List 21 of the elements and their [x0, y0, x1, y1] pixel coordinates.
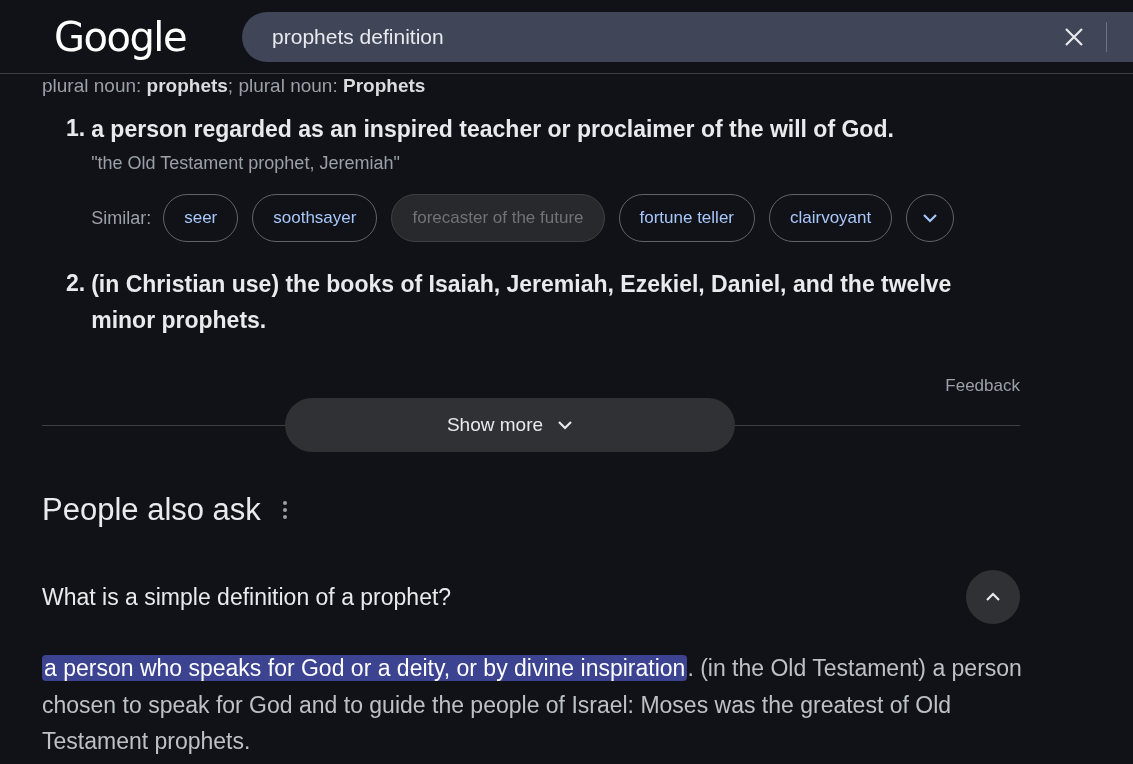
plural-forms: plural noun: prophets; plural noun: Prophets: [42, 75, 427, 97]
definition-text: (in Christian use) the books of Isaiah, Jeremiah, Ezekiel, Daniel, and the twelve minor prophets.: [91, 270, 953, 335]
answer-text: a person who speaks for God or a deity, or by divine inspiration. (in the Old Testament) a person chosen to speak for God and to guide the people of Israel: Moses was the greatest of Old Testament prophets.: [42, 654, 1022, 756]
chevron-down-icon: [557, 420, 574, 430]
example-sentence: "the Old Testament prophet, Jeremiah": [91, 153, 401, 174]
more-options-icon[interactable]: [282, 501, 287, 519]
chevron-down-icon: [922, 213, 939, 223]
sense-number: 2.: [66, 269, 86, 298]
definition-text: a person regarded as an inspired teacher or proclaimer of the will of God.: [91, 115, 895, 144]
feedback-link[interactable]: Feedback: [945, 376, 1020, 396]
question-text[interactable]: What is a simple definition of a prophet?: [42, 583, 452, 611]
sense-number: 1.: [66, 114, 86, 143]
similar-label: Similar:: [91, 207, 152, 229]
clear-button[interactable]: [1064, 26, 1085, 47]
chevron-up-icon: [985, 592, 1001, 602]
close-icon: [1064, 26, 1085, 47]
section-title: People also ask: [42, 492, 261, 528]
show-more-button[interactable]: Show more: [285, 398, 735, 452]
search-input[interactable]: prophets definition: [272, 24, 1055, 49]
search-field[interactable]: prophets definition: [242, 11, 1133, 62]
google-logo[interactable]: Google: [54, 13, 187, 60]
